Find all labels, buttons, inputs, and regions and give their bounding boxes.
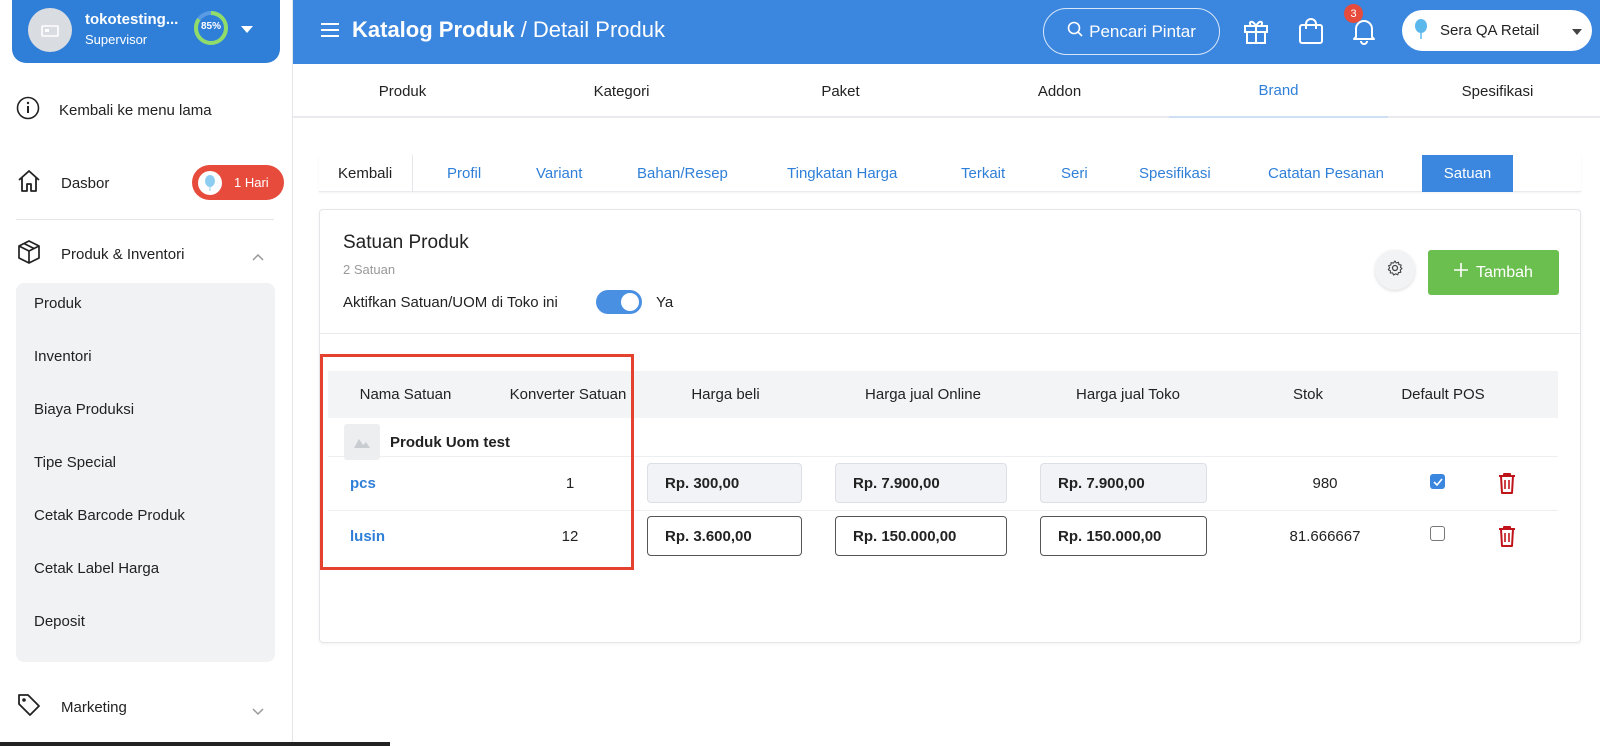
- submenu-item-biaya-produksi[interactable]: Biaya Produksi: [34, 401, 134, 418]
- sidebar-item-label: Kembali ke menu lama: [59, 101, 212, 119]
- user-name: tokotesting...: [85, 11, 179, 28]
- profile-progress-text: 85%: [200, 21, 221, 32]
- default-pos-checkbox[interactable]: [1430, 474, 1445, 489]
- tab-catatan-pesanan[interactable]: Catatan Pesanan: [1268, 155, 1384, 192]
- gift-icon[interactable]: [1242, 17, 1270, 50]
- card-title: Satuan Produk: [343, 232, 469, 253]
- store-selector[interactable]: Sera QA Retail: [1402, 10, 1592, 51]
- user-profile-box[interactable]: tokotesting... Supervisor 85%: [12, 0, 280, 63]
- info-icon: [16, 96, 40, 124]
- scrollbar-track: [0, 742, 390, 746]
- smart-search-label: Pencari Pintar: [1089, 21, 1196, 41]
- catalog-tabs: Produk Kategori Paket Addon Brand Spesif…: [293, 64, 1600, 118]
- trial-days-text: 1 Hari: [234, 175, 269, 190]
- tab-variant[interactable]: Variant: [536, 155, 582, 192]
- plus-icon: [1454, 263, 1469, 282]
- harga-jual-online-input[interactable]: Rp. 150.000,00: [835, 516, 1007, 556]
- divider: [320, 333, 1580, 334]
- sidebar-item-back-old-menu[interactable]: Kembali ke menu lama: [0, 85, 290, 135]
- submenu-item-cetak-barcode[interactable]: Cetak Barcode Produk: [34, 507, 185, 524]
- harga-beli-field: Rp. 300,00: [647, 463, 802, 503]
- box-icon: [16, 239, 42, 269]
- smart-search-button[interactable]: Pencari Pintar: [1043, 8, 1220, 55]
- hamburger-menu-icon[interactable]: [321, 23, 339, 42]
- sidebar-item-label: Dasbor: [61, 174, 110, 192]
- submenu-item-cetak-label-harga[interactable]: Cetak Label Harga: [34, 560, 159, 577]
- breadcrumb-main[interactable]: Katalog Produk: [352, 17, 515, 42]
- sidebar-item-marketing[interactable]: Marketing: [0, 682, 290, 732]
- tab-satuan[interactable]: Satuan: [1422, 155, 1513, 192]
- col-harga-jual-toko: Harga jual Toko: [1076, 386, 1180, 403]
- add-uom-button[interactable]: Tambah: [1428, 250, 1559, 295]
- store-name: Sera QA Retail: [1440, 22, 1540, 39]
- store-icon: [41, 25, 59, 37]
- sidebar: tokotesting... Supervisor 85% Kembali ke…: [0, 0, 293, 746]
- avatar: [28, 8, 72, 52]
- col-default-pos: Default POS: [1401, 386, 1485, 403]
- shopping-bag-icon[interactable]: [1298, 17, 1324, 50]
- settings-button[interactable]: [1375, 250, 1415, 290]
- uom-toggle-value: Ya: [656, 294, 674, 311]
- breadcrumb: Katalog Produk / Detail Produk: [352, 17, 665, 43]
- tab-seri[interactable]: Seri: [1061, 155, 1088, 192]
- harga-jual-toko-field: Rp. 7.900,00: [1040, 463, 1207, 503]
- chevron-down-icon: [252, 703, 264, 720]
- submenu-item-tipe-special[interactable]: Tipe Special: [34, 454, 116, 471]
- profile-progress-ring: 85%: [192, 9, 230, 47]
- harga-beli-input[interactable]: Rp. 3.600,00: [647, 516, 802, 556]
- submenu-item-produk[interactable]: Produk: [34, 295, 82, 312]
- top-header: Katalog Produk / Detail Produk Pencari P…: [293, 0, 1600, 64]
- back-button[interactable]: Kembali: [338, 155, 414, 192]
- col-harga-beli: Harga beli: [691, 386, 760, 403]
- tab-kategori[interactable]: Kategori: [512, 64, 731, 118]
- sidebar-item-label: Marketing: [61, 698, 127, 716]
- harga-jual-toko-input[interactable]: Rp. 150.000,00: [1040, 516, 1207, 556]
- harga-jual-online-field: Rp. 7.900,00: [835, 463, 1007, 503]
- tab-spesifikasi-detail[interactable]: Spesifikasi: [1139, 155, 1211, 192]
- tab-profil[interactable]: Profil: [447, 155, 481, 192]
- uom-toggle-switch[interactable]: [596, 290, 642, 314]
- notification-count-badge: 3: [1344, 4, 1363, 23]
- balloon-icon: [198, 170, 222, 195]
- sidebar-item-dasbor[interactable]: Dasbor 1 Hari: [0, 158, 290, 208]
- user-role: Supervisor: [85, 32, 148, 47]
- tag-icon: [16, 692, 42, 722]
- caret-down-icon: [1572, 22, 1582, 39]
- uom-toggle-label: Aktifkan Satuan/UOM di Toko ini: [343, 294, 558, 311]
- stok-value: 81.666667: [1289, 528, 1361, 545]
- uom-count: 2 Satuan: [343, 262, 396, 277]
- stok-value: 980: [1312, 475, 1338, 492]
- chevron-down-icon[interactable]: [240, 21, 254, 39]
- default-pos-checkbox[interactable]: [1430, 526, 1445, 541]
- divider: [16, 219, 274, 220]
- sidebar-submenu-produk: Produk Inventori Biaya Produksi Tipe Spe…: [16, 283, 275, 662]
- chevron-up-icon: [252, 248, 264, 265]
- tab-tingkatan-harga[interactable]: Tingkatan Harga: [787, 155, 897, 192]
- breadcrumb-separator: /: [514, 17, 533, 42]
- balloon-icon: [1414, 18, 1428, 43]
- sidebar-item-label: Produk & Inventori: [61, 245, 185, 263]
- breadcrumb-current: Detail Produk: [532, 17, 665, 42]
- tab-addon[interactable]: Addon: [950, 64, 1169, 118]
- tab-bahan-resep[interactable]: Bahan/Resep: [637, 155, 728, 192]
- gear-icon: [1387, 259, 1403, 281]
- sidebar-item-produk-inventori[interactable]: Produk & Inventori: [0, 229, 290, 279]
- trial-days-badge: 1 Hari: [192, 165, 284, 200]
- home-icon: [16, 169, 42, 197]
- submenu-item-inventori[interactable]: Inventori: [34, 348, 92, 365]
- annotation-highlight-box: [320, 354, 634, 570]
- product-detail-tabs: Kembali Profil Variant Bahan/Resep Tingk…: [319, 155, 1581, 192]
- tab-brand[interactable]: Brand: [1169, 64, 1388, 118]
- tab-paket[interactable]: Paket: [731, 64, 950, 118]
- tab-spesifikasi[interactable]: Spesifikasi: [1388, 64, 1600, 118]
- col-harga-jual-online: Harga jual Online: [865, 386, 981, 403]
- add-uom-label: Tambah: [1476, 263, 1533, 281]
- trash-icon[interactable]: [1498, 525, 1516, 552]
- trash-icon[interactable]: [1498, 472, 1516, 499]
- tab-terkait[interactable]: Terkait: [961, 155, 1005, 192]
- col-stok: Stok: [1292, 386, 1323, 403]
- tab-produk[interactable]: Produk: [293, 64, 512, 118]
- submenu-item-deposit[interactable]: Deposit: [34, 613, 85, 630]
- search-icon: [1067, 21, 1083, 42]
